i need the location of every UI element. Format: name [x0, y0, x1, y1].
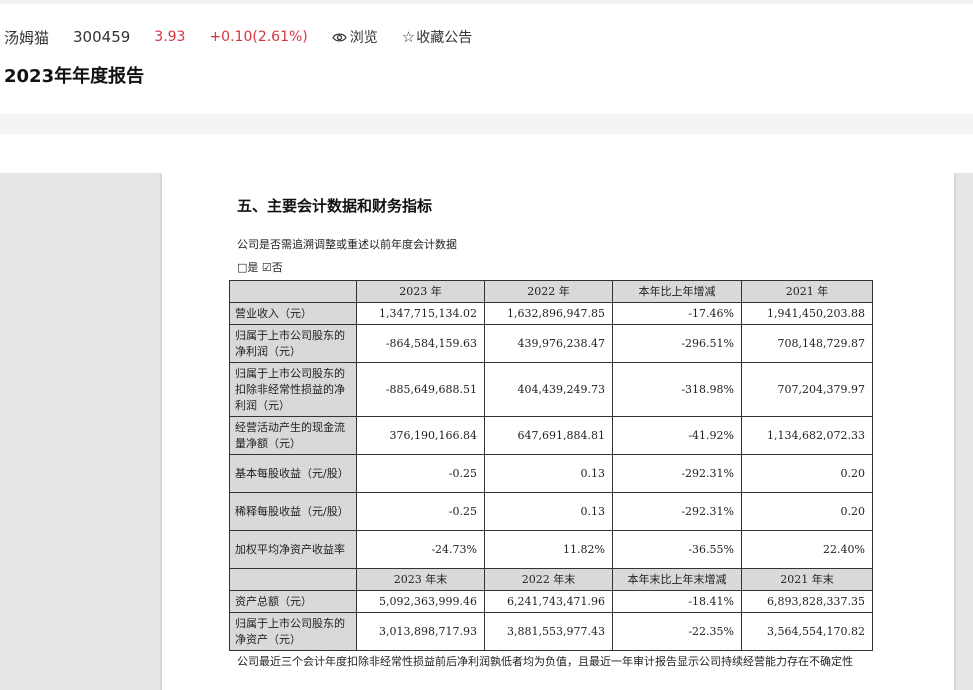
- cell-value: -292.31%: [612, 492, 742, 531]
- header-cell: 2021 年末: [741, 568, 873, 591]
- document-viewer[interactable]: 五、主要会计数据和财务指标 公司是否需追溯调整或重述以前年度会计数据 □是 ☑否…: [0, 173, 973, 690]
- cell-value: 0.20: [741, 454, 873, 493]
- row-label: 归属于上市公司股东的净资产（元）: [229, 612, 357, 651]
- cell-value: 0.13: [484, 492, 613, 531]
- stock-code: 300459: [73, 28, 131, 46]
- cell-value: -0.25: [356, 454, 485, 493]
- table-row: 经营活动产生的现金流量净额（元） 376,190,166.84 647,691,…: [229, 416, 873, 455]
- restatement-question: 公司是否需追溯调整或重述以前年度会计数据: [237, 238, 457, 251]
- browse-label: 浏览: [349, 30, 378, 46]
- cell-value: 11.82%: [484, 530, 613, 569]
- stock-name[interactable]: 汤姆猫: [4, 27, 49, 48]
- table-row: 归属于上市公司股东的净利润（元） -864,584,159.63 439,976…: [229, 324, 873, 363]
- table-header-row: 2023 年末 2022 年末 本年末比上年末增减 2021 年末: [229, 568, 873, 591]
- cell-value: 1,347,715,134.02: [356, 302, 485, 325]
- header-cell: [229, 568, 357, 591]
- stock-bar: 汤姆猫 300459 3.93 +0.10(2.61%) 浏览 ☆ 收藏公告: [4, 26, 472, 48]
- cell-value: -36.55%: [612, 530, 742, 569]
- cell-value: 6,893,828,337.35: [741, 590, 873, 613]
- cell-value: -22.35%: [612, 612, 742, 651]
- header-cell: 2023 年末: [356, 568, 485, 591]
- row-label: 加权平均净资产收益率: [229, 530, 357, 569]
- row-label: 经营活动产生的现金流量净额（元）: [229, 416, 357, 455]
- cell-value: 439,976,238.47: [484, 324, 613, 363]
- header-cell: 2022 年: [484, 280, 613, 303]
- document-page: 五、主要会计数据和财务指标 公司是否需追溯调整或重述以前年度会计数据 □是 ☑否…: [162, 173, 954, 690]
- cell-value: -18.41%: [612, 590, 742, 613]
- separator-band: [0, 114, 973, 134]
- header-cell: 本年末比上年末增减: [612, 568, 742, 591]
- going-concern-note: 公司最近三个会计年度扣除非经常性损益前后净利润孰低者均为负值，且最近一年审计报告…: [237, 655, 853, 668]
- cell-value: 1,941,450,203.88: [741, 302, 873, 325]
- row-label: 基本每股收益（元/股）: [229, 454, 357, 493]
- favorite-label: 收藏公告: [416, 30, 473, 46]
- stock-price: 3.93: [154, 29, 186, 45]
- header-cell: 2023 年: [356, 280, 485, 303]
- table-row: 归属于上市公司股东的扣除非经常性损益的净利润（元） -885,649,688.5…: [229, 362, 873, 417]
- row-label: 归属于上市公司股东的净利润（元）: [229, 324, 357, 363]
- table-row: 营业收入（元） 1,347,715,134.02 1,632,896,947.8…: [229, 302, 873, 325]
- cell-value: -292.31%: [612, 454, 742, 493]
- cell-value: 3,881,553,977.43: [484, 612, 613, 651]
- header-cell: 2022 年末: [484, 568, 613, 591]
- star-icon: ☆: [401, 27, 416, 46]
- row-label: 归属于上市公司股东的扣除非经常性损益的净利润（元）: [229, 362, 357, 417]
- table-row: 稀释每股收益（元/股） -0.25 0.13 -292.31% 0.20: [229, 492, 873, 531]
- cell-value: -885,649,688.51: [356, 362, 485, 417]
- header-cell: 本年比上年增减: [612, 280, 742, 303]
- header-cell: 2021 年: [741, 280, 873, 303]
- cell-value: -318.98%: [612, 362, 742, 417]
- cell-value: 22.40%: [741, 530, 873, 569]
- section-title: 五、主要会计数据和财务指标: [237, 197, 433, 215]
- report-title: 2023年年度报告: [4, 66, 145, 87]
- cell-value: 3,564,554,170.82: [741, 612, 873, 651]
- restatement-answer: □是 ☑否: [237, 261, 283, 274]
- table-header-row: 2023 年 2022 年 本年比上年增减 2021 年: [229, 280, 873, 303]
- cell-value: -41.92%: [612, 416, 742, 455]
- cell-value: 708,148,729.87: [741, 324, 873, 363]
- row-label: 营业收入（元）: [229, 302, 357, 325]
- browse-button[interactable]: 浏览: [332, 27, 378, 47]
- table-row: 资产总额（元） 5,092,363,999.46 6,241,743,471.9…: [229, 590, 873, 613]
- cell-value: 1,134,682,072.33: [741, 416, 873, 455]
- cell-value: 404,439,249.73: [484, 362, 613, 417]
- cell-value: 0.20: [741, 492, 873, 531]
- cell-value: -24.73%: [356, 530, 485, 569]
- favorite-button[interactable]: ☆ 收藏公告: [402, 27, 472, 47]
- cell-value: -0.25: [356, 492, 485, 531]
- financial-table: 2023 年 2022 年 本年比上年增减 2021 年 营业收入（元） 1,3…: [229, 280, 873, 651]
- row-label: 资产总额（元）: [229, 590, 357, 613]
- top-strip: [0, 0, 973, 4]
- cell-value: -17.46%: [612, 302, 742, 325]
- eye-icon: [332, 33, 347, 41]
- cell-value: 707,204,379.97: [741, 362, 873, 417]
- cell-value: 5,092,363,999.46: [356, 590, 485, 613]
- stock-change: +0.10(2.61%): [209, 29, 308, 45]
- table-row: 归属于上市公司股东的净资产（元） 3,013,898,717.93 3,881,…: [229, 612, 873, 651]
- cell-value: 376,190,166.84: [356, 416, 485, 455]
- cell-value: 1,632,896,947.85: [484, 302, 613, 325]
- cell-value: 0.13: [484, 454, 613, 493]
- header-cell: [229, 280, 357, 303]
- cell-value: 647,691,884.81: [484, 416, 613, 455]
- row-label: 稀释每股收益（元/股）: [229, 492, 357, 531]
- table-row: 加权平均净资产收益率 -24.73% 11.82% -36.55% 22.40%: [229, 530, 873, 569]
- cell-value: 3,013,898,717.93: [356, 612, 485, 651]
- cell-value: -864,584,159.63: [356, 324, 485, 363]
- cell-value: 6,241,743,471.96: [484, 590, 613, 613]
- cell-value: -296.51%: [612, 324, 742, 363]
- table-row: 基本每股收益（元/股） -0.25 0.13 -292.31% 0.20: [229, 454, 873, 493]
